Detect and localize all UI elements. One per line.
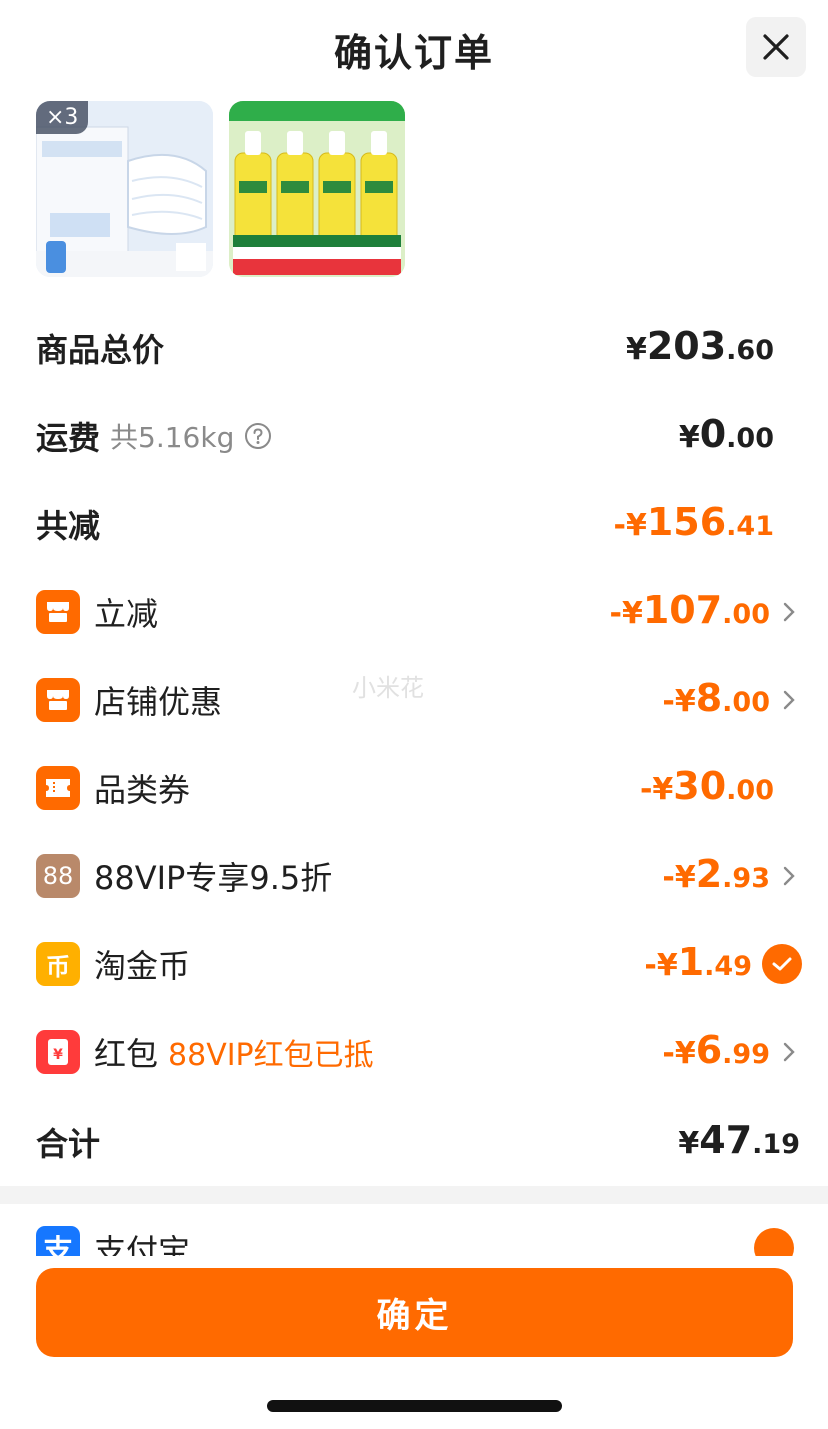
- discount-amount: -¥ 1.49: [644, 940, 752, 984]
- discount-amount: -¥ 2.93: [662, 852, 770, 896]
- discount-label: 立减: [94, 595, 159, 633]
- help-circle-icon[interactable]: [244, 422, 272, 450]
- shipping-label: 运费: [36, 419, 101, 457]
- discount-row-red-packet[interactable]: ¥ 红包 88VIP红包已抵 -¥ 6.99: [36, 1022, 796, 1082]
- shipping-row: 运费 共5.16kg ¥0.00: [36, 406, 796, 466]
- red-packet-note: 88VIP红包已抵: [168, 1038, 374, 1073]
- close-icon: [763, 34, 789, 60]
- grand-total-label: 合计: [36, 1125, 101, 1163]
- discount-amount: -¥ 30.00: [639, 764, 774, 808]
- chevron-right-icon: [783, 866, 795, 886]
- alipay-icon: 支: [36, 1226, 80, 1256]
- chevron-right-icon: [783, 1042, 795, 1062]
- payment-method-row[interactable]: 支 支付宝: [36, 1222, 796, 1256]
- goods-total-amount: ¥203.60: [625, 324, 774, 368]
- discount-label: 88VIP专享9.5折: [94, 859, 333, 897]
- confirm-button[interactable]: 确定: [36, 1268, 793, 1357]
- chevron-right-icon: [783, 602, 795, 622]
- ticket-icon: [36, 766, 80, 810]
- shipping-weight: 共5.16kg: [110, 421, 235, 454]
- watermark: 小米花: [352, 674, 424, 702]
- goods-total-label: 商品总价: [36, 331, 165, 369]
- payment-check-icon[interactable]: [754, 1228, 794, 1256]
- store-icon: [36, 678, 80, 722]
- quantity-badge: ×3: [36, 101, 89, 134]
- total-discount-amount: -¥ 156.41: [613, 500, 775, 544]
- discount-label: 店铺优惠: [94, 683, 223, 721]
- header: 确认订单: [0, 0, 828, 100]
- discount-row-88vip[interactable]: 88 88VIP专享9.5折 -¥ 2.93: [36, 846, 796, 906]
- total-discount-label: 共减: [36, 507, 101, 545]
- check-icon: [772, 957, 792, 971]
- check-toggle[interactable]: [762, 944, 802, 984]
- discount-label: 淘金币: [94, 947, 191, 985]
- total-discount-row: 共减 -¥ 156.41: [36, 494, 796, 554]
- grand-total-amount: ¥47.19: [678, 1118, 800, 1162]
- page-title: 确认订单: [333, 31, 494, 75]
- discount-row-coins[interactable]: 币 淘金币 -¥ 1.49: [36, 934, 802, 994]
- discount-amount: -¥ 107.00: [609, 588, 771, 632]
- discount-row-category-coupon: 品类券 -¥ 30.00: [36, 758, 796, 818]
- discount-row-instant[interactable]: 立减 -¥ 107.00: [36, 582, 796, 642]
- discount-amount: -¥ 6.99: [662, 1028, 770, 1072]
- payment-label: 支付宝: [94, 1232, 191, 1256]
- close-button[interactable]: [746, 17, 806, 77]
- store-icon: [36, 590, 80, 634]
- discount-amount: -¥ 8.00: [662, 676, 770, 720]
- grand-total-row: 合计 ¥47.19: [36, 1112, 800, 1172]
- goods-total-row: 商品总价 ¥203.60: [36, 318, 796, 378]
- discount-label: 红包: [94, 1035, 159, 1073]
- discount-label: 品类券: [94, 771, 191, 809]
- product-thumb-mask[interactable]: ×3: [36, 101, 213, 277]
- red-packet-icon: ¥: [36, 1030, 80, 1074]
- chevron-right-icon: [783, 690, 795, 710]
- svg-text:¥: ¥: [53, 1047, 63, 1063]
- vip-88-icon: 88: [36, 854, 80, 898]
- coin-icon: 币: [36, 942, 80, 986]
- shipping-amount: ¥0.00: [678, 412, 774, 456]
- section-divider: [0, 1186, 828, 1204]
- home-indicator: [267, 1400, 562, 1412]
- product-thumbnails: ×3: [36, 101, 405, 277]
- detergent-product-image: [229, 101, 405, 277]
- product-thumb-detergent[interactable]: [229, 101, 405, 277]
